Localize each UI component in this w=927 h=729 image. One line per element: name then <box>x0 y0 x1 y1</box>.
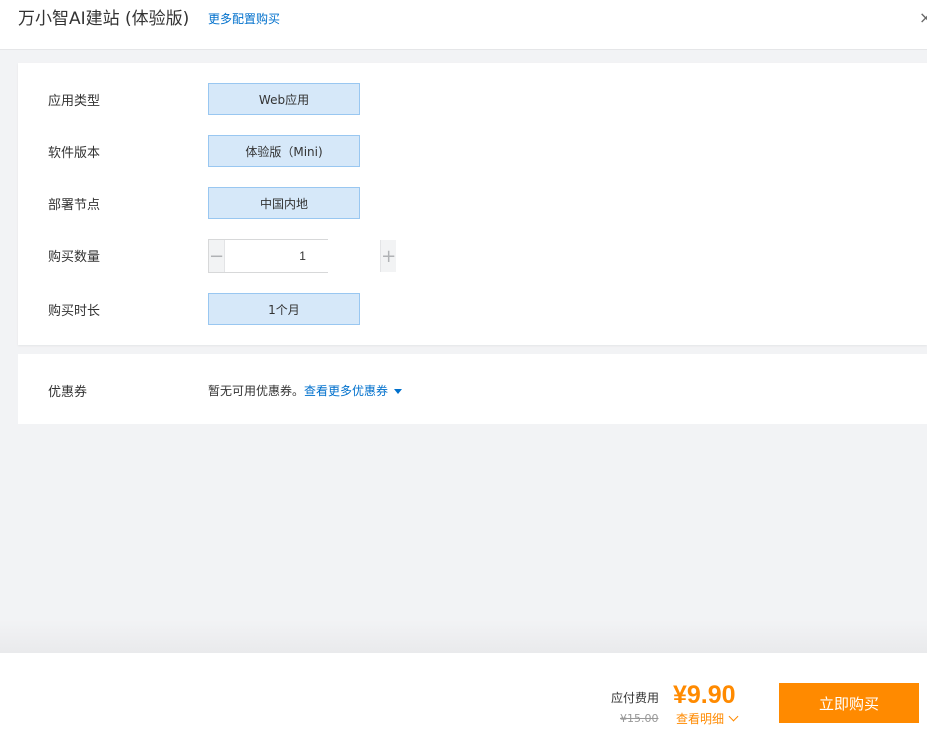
config-panel: 应用类型 Web应用 软件版本 体验版（Mini) 部署节点 中国内地 购买数量… <box>18 63 927 345</box>
quantity-stepper: − + <box>208 239 397 273</box>
checkout-footer: 应付费用 ¥15.00 ¥9.90 查看明细 立即购买 <box>0 653 927 729</box>
original-price: ¥15.00 <box>620 712 659 725</box>
more-config-link[interactable]: 更多配置购买 <box>208 11 280 27</box>
view-details-label: 查看明细 <box>676 712 725 726</box>
dialog-header: 万小智AI建站 (体验版) 更多配置购买 × <box>0 0 927 50</box>
quantity-increment-button[interactable]: + <box>381 240 397 272</box>
app-type-option[interactable]: Web应用 <box>208 83 360 115</box>
page-title: 万小智AI建站 (体验版) <box>18 9 190 29</box>
coupon-label: 优惠券 <box>48 385 88 400</box>
final-price: ¥9.90 <box>673 681 736 709</box>
duration-label: 购买时长 <box>48 304 101 319</box>
coupon-panel: 优惠券 暂无可用优惠券。查看更多优惠券 <box>18 354 927 424</box>
amount-due-label: 应付费用 <box>611 691 660 705</box>
software-version-label: 软件版本 <box>48 146 101 161</box>
view-details-link[interactable]: 查看明细 <box>676 711 739 727</box>
quantity-decrement-button[interactable]: − <box>209 240 225 272</box>
close-icon[interactable]: × <box>919 8 927 28</box>
quantity-input[interactable] <box>224 240 382 272</box>
coupon-empty-text: 暂无可用优惠券。 <box>208 384 305 398</box>
deploy-node-option[interactable]: 中国内地 <box>208 187 360 219</box>
footer-shadow <box>0 620 927 653</box>
duration-option[interactable]: 1个月 <box>208 293 360 325</box>
quantity-label: 购买数量 <box>48 250 101 265</box>
coupon-info: 暂无可用优惠券。查看更多优惠券 <box>208 383 403 399</box>
view-more-coupons-link[interactable]: 查看更多优惠券 <box>304 384 403 398</box>
caret-down-icon <box>394 389 403 394</box>
chevron-down-icon <box>728 711 739 722</box>
software-version-option[interactable]: 体验版（Mini) <box>208 135 360 167</box>
deploy-node-label: 部署节点 <box>48 198 101 213</box>
view-more-coupons-label: 查看更多优惠券 <box>304 384 389 398</box>
app-type-label: 应用类型 <box>48 94 101 109</box>
buy-now-button[interactable]: 立即购买 <box>779 683 919 723</box>
